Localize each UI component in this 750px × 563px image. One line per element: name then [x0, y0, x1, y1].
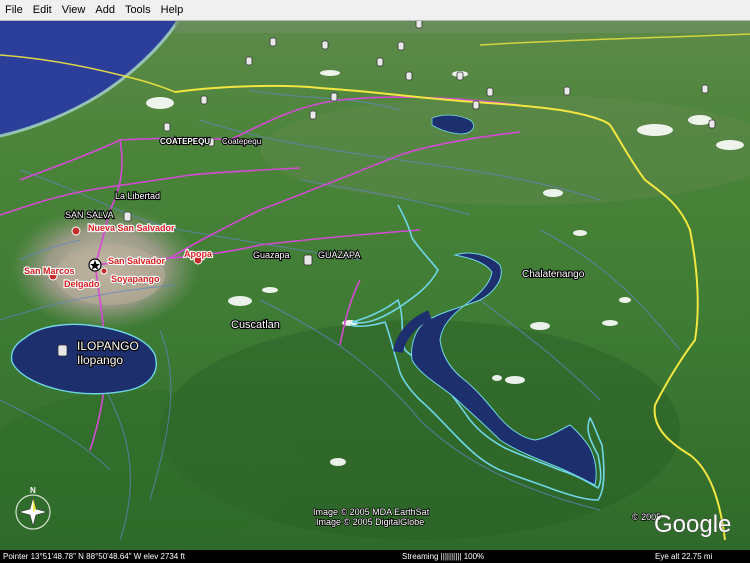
placemark-icon[interactable]: [397, 41, 405, 51]
label-delgado: Delgado: [64, 279, 100, 289]
label-coatepeque: Coatepequ: [222, 137, 261, 146]
town-dot-icon[interactable]: [100, 267, 108, 275]
placemark-icon[interactable]: [200, 95, 208, 105]
menu-help[interactable]: Help: [156, 0, 189, 20]
pointer-readout: Pointer 13°51'48.78" N 88°50'48.64" W el…: [3, 552, 185, 561]
menu-bar: File Edit View Add Tools Help: [0, 0, 750, 21]
placemark-icon[interactable]: [456, 71, 464, 81]
menu-add[interactable]: Add: [90, 0, 120, 20]
imagery-credit-2: Image © 2005 DigitalGlobe: [316, 517, 424, 527]
label-nueva-san-salvador: Nueva San Salvador: [88, 223, 175, 233]
label-san-salva: SAN SALVA: [65, 210, 114, 220]
placemark-icon[interactable]: [330, 92, 338, 102]
label-san-salvador: San Salvador: [108, 256, 166, 266]
status-bar: Pointer 13°51'48.78" N 88°50'48.64" W el…: [0, 550, 750, 563]
menu-edit[interactable]: Edit: [28, 0, 57, 20]
label-coatepeque-caps: COATEPEQU: [160, 137, 210, 146]
label-guazapa: Guazapa: [253, 250, 290, 260]
label-apopa: Apopa: [184, 249, 213, 259]
placemark-icon[interactable]: [303, 254, 313, 266]
label-chalatenango: Chalatenango: [522, 269, 585, 280]
imagery-credit-1: Image © 2005 MDA EarthSat: [313, 507, 430, 517]
placemark-icon[interactable]: [701, 84, 709, 94]
eye-altitude: Eye alt 22.75 mi: [655, 552, 713, 561]
placemark-icon[interactable]: [163, 122, 171, 132]
mountain-top: [175, 21, 750, 33]
map-view[interactable]: COATEPEQU Coatepequ La Libertad SAN SALV…: [0, 21, 750, 550]
placemark-icon[interactable]: [563, 86, 571, 96]
label-cuscatlan: Cuscatlan: [231, 319, 280, 331]
compass-north: N: [30, 486, 36, 495]
label-ilopango: Ilopango: [77, 353, 123, 367]
label-san-marcos: San Marcos: [24, 266, 75, 276]
placemark-icon[interactable]: [472, 100, 480, 110]
placemark-icon[interactable]: [123, 211, 132, 222]
placemark-icon[interactable]: [376, 57, 384, 67]
placemark-icon[interactable]: [269, 37, 277, 47]
menu-file[interactable]: File: [0, 0, 28, 20]
google-logo: Google: [654, 511, 731, 538]
placemark-icon[interactable]: [486, 87, 494, 97]
placemark-icon[interactable]: [309, 110, 317, 120]
town-dot-icon[interactable]: [71, 226, 81, 236]
placemark-icon[interactable]: [321, 40, 329, 50]
label-ilopango-caps: ILOPANGO: [77, 339, 139, 353]
streaming-indicator: Streaming |||||||||| 100%: [402, 552, 485, 561]
placemark-icon[interactable]: [708, 119, 716, 129]
placemark-icon[interactable]: [415, 21, 423, 29]
placemark-icon[interactable]: [245, 56, 253, 66]
label-guazapa-caps: GUAZAPA: [318, 250, 360, 260]
placemark-icon[interactable]: [405, 71, 413, 81]
menu-view[interactable]: View: [57, 0, 91, 20]
placemark-icon[interactable]: [57, 344, 68, 357]
label-soyapango: Soyapango: [111, 274, 160, 284]
menu-tools[interactable]: Tools: [120, 0, 156, 20]
label-la-libertad: La Libertad: [115, 191, 160, 201]
